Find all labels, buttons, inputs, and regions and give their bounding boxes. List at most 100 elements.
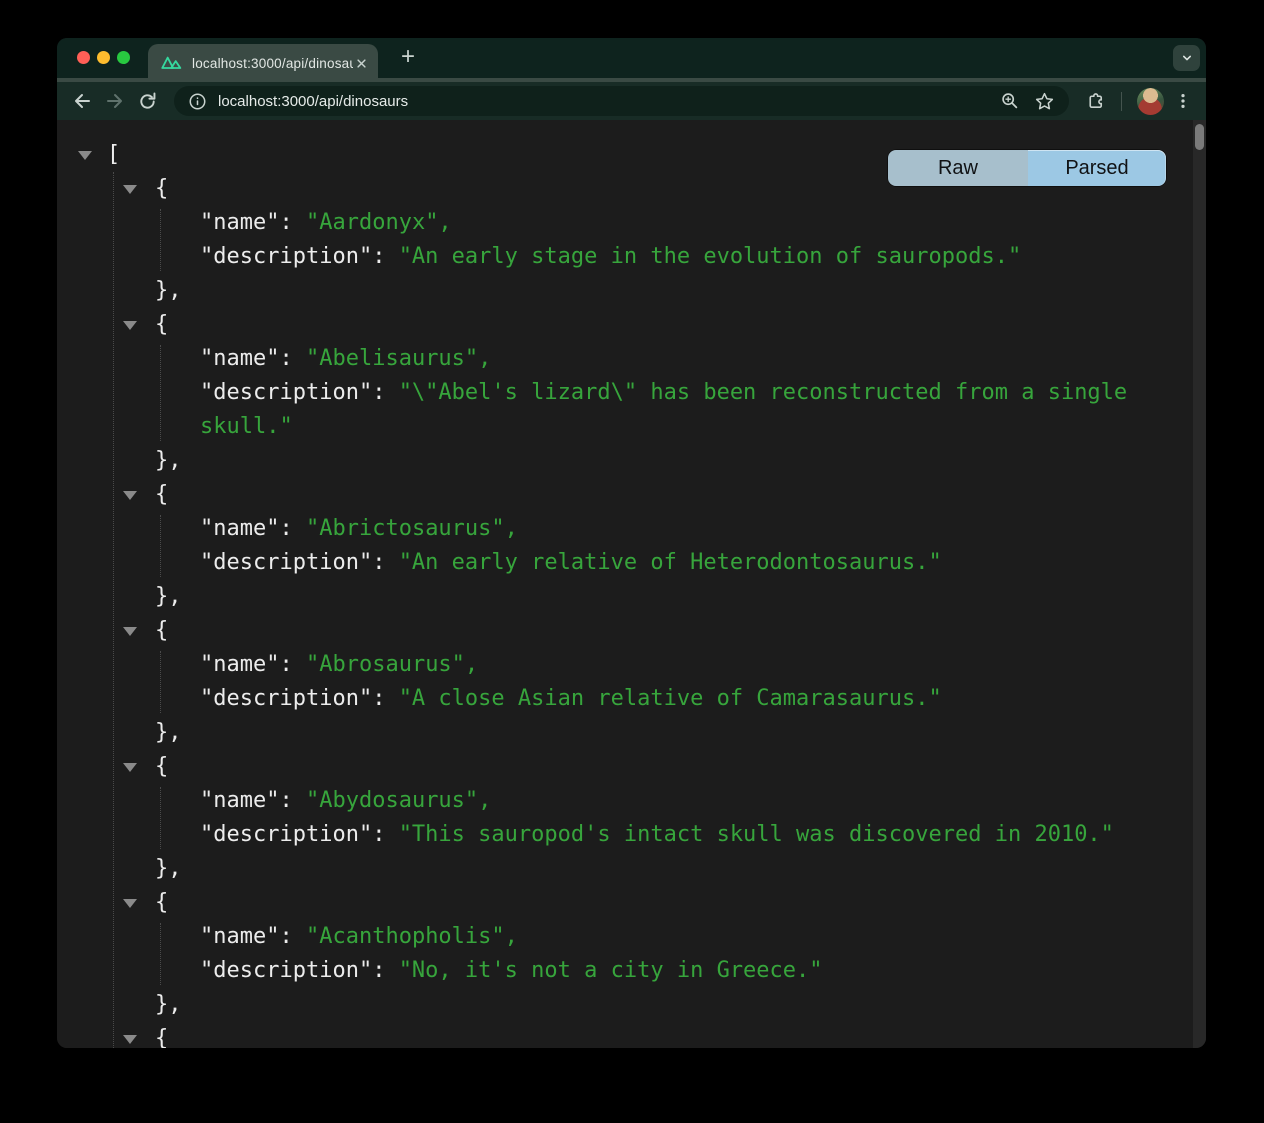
json-value: "Abrosaurus", [306,652,478,677]
scrollbar-thumb[interactable] [1195,124,1204,150]
object-open-brace: { [155,482,168,507]
json-colon: : [372,958,399,983]
json-entry: { "name": "Abrosaurus", "description": "… [57,614,1206,750]
close-window-button[interactable] [77,51,90,64]
json-value: "A close Asian relative of Camarasaurus.… [399,686,942,711]
json-colon: : [279,210,306,235]
json-entry: { "name": "Acanthopholis", "description"… [57,886,1206,1022]
json-colon: : [279,652,306,677]
json-colon: : [372,686,399,711]
bookmark-star-icon[interactable] [1034,91,1055,112]
json-key: "description" [200,380,372,405]
json-colon: : [372,550,399,575]
browser-tab[interactable]: localhost:3000/api/dinosaurs [148,44,378,82]
tab-close-icon[interactable] [353,55,370,72]
raw-button[interactable]: Raw [888,150,1028,186]
json-colon: : [372,380,399,405]
tab-search-button[interactable] [1173,45,1200,71]
reload-icon [137,91,158,112]
object-open-brace: { [155,618,168,643]
json-key: "description" [200,686,372,711]
json-value: "Aardonyx", [306,210,452,235]
json-tree: [ { "name": "Aardonyx", "description": "… [57,120,1206,1048]
object-close-brace: }, [155,278,182,303]
object-close-brace: }, [155,992,182,1017]
json-name-line: "name": "Abrosaurus", [57,648,1160,682]
object-open-brace: { [155,890,168,915]
collapse-toggle-icon[interactable] [123,763,137,772]
json-entry: { "name": "Aardonyx", "description": "An… [57,172,1206,308]
json-value: "This sauropod's intact skull was discov… [399,822,1114,847]
json-key: "description" [200,244,372,269]
traffic-lights [77,51,130,64]
collapse-toggle-icon[interactable] [123,1035,137,1044]
json-value: "An early relative of Heterodontosaurus.… [399,550,942,575]
json-description-line: "description": "An early stage in the ev… [57,240,1160,274]
json-name-line: "name": "Aardonyx", [57,206,1160,240]
parsed-button[interactable]: Parsed [1028,150,1166,186]
json-key: "name" [200,516,279,541]
minimize-window-button[interactable] [97,51,110,64]
json-colon: : [279,788,306,813]
toolbar-right-cluster [1079,85,1196,118]
collapse-toggle-icon[interactable] [78,151,92,160]
array-open-bracket: [ [107,142,120,167]
raw-parsed-toggle: Raw Parsed [888,150,1166,186]
json-key: "name" [200,210,279,235]
object-open-brace: { [155,754,168,779]
json-key: "description" [200,958,372,983]
collapse-toggle-icon[interactable] [123,491,137,500]
zoom-window-button[interactable] [117,51,130,64]
json-description-line: "description": "\"Abel's lizard\" has be… [57,376,1160,444]
site-info-icon[interactable] [188,92,207,111]
json-value: "Abelisaurus", [306,346,491,371]
json-name-line: "name": "Abelisaurus", [57,342,1160,376]
json-key: "description" [200,822,372,847]
address-bar[interactable]: localhost:3000/api/dinosaurs [174,86,1069,116]
json-colon: : [372,822,399,847]
extensions-button[interactable] [1079,85,1112,118]
json-key: "name" [200,346,279,371]
json-name-line: "name": "Abydosaurus", [57,784,1160,818]
json-description-line: "description": "An early relative of Het… [57,546,1160,580]
json-name-line: "name": "Abrictosaurus", [57,512,1160,546]
json-value: "Abydosaurus", [306,788,491,813]
new-tab-button[interactable]: + [393,43,423,73]
json-description-line: "description": "No, it's not a city in G… [57,954,1160,988]
json-name-line: "name": "Acanthopholis", [57,920,1160,954]
browser-window: localhost:3000/api/dinosaurs + [57,38,1206,1048]
collapse-toggle-icon[interactable] [123,627,137,636]
tab-title: localhost:3000/api/dinosaurs [192,56,353,71]
collapse-toggle-icon[interactable] [123,185,137,194]
menu-button[interactable] [1170,85,1196,118]
toolbar-separator [1121,92,1122,111]
page-content: [ { "name": "Aardonyx", "description": "… [57,120,1206,1048]
tab-strip: localhost:3000/api/dinosaurs + [57,38,1206,78]
collapse-toggle-icon[interactable] [123,899,137,908]
scrollbar-track[interactable] [1193,120,1206,1048]
kebab-menu-icon [1174,92,1192,110]
json-value: "An early stage in the evolution of saur… [399,244,1022,269]
object-open-brace: { [155,1026,168,1048]
back-arrow-icon [71,90,93,112]
object-open-brace: { [155,312,168,337]
json-description-line: "description": "A close Asian relative o… [57,682,1160,716]
json-entry-partial: { [57,1022,1206,1048]
json-key: "name" [200,788,279,813]
zoom-page-icon[interactable] [1000,91,1020,111]
collapse-toggle-icon[interactable] [123,321,137,330]
back-button[interactable] [65,85,98,118]
json-entry: { "name": "Abydosaurus", "description": … [57,750,1206,886]
json-colon: : [279,346,306,371]
json-key: "description" [200,550,372,575]
puzzle-icon [1085,91,1106,112]
forward-button[interactable] [98,85,131,118]
url-text[interactable]: localhost:3000/api/dinosaurs [218,93,986,110]
json-description-line: "description": "This sauropod's intact s… [57,818,1160,852]
forward-arrow-icon [104,90,126,112]
json-colon: : [279,516,306,541]
profile-avatar[interactable] [1137,88,1164,115]
json-value: "No, it's not a city in Greece." [399,958,823,983]
json-key: "name" [200,924,279,949]
reload-button[interactable] [131,85,164,118]
